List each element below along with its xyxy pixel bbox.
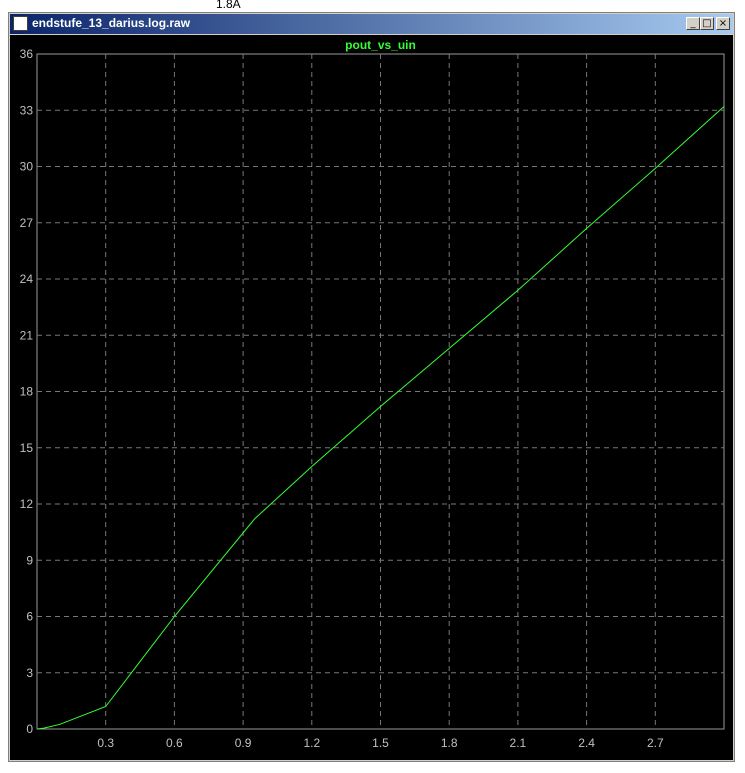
x-tick-label: 1.2 — [303, 736, 320, 750]
x-tick-label: 2.4 — [578, 736, 595, 750]
title-bar[interactable]: endstufe_13_darius.log.raw _ □ × — [10, 14, 733, 34]
waveform-icon — [13, 16, 28, 31]
x-tick-label: 2.7 — [647, 736, 664, 750]
x-tick-label: 0.3 — [97, 736, 114, 750]
x-tick-label: 0.6 — [166, 736, 183, 750]
pout-vs-uin-chart: 03691215182124273033360.3 0.6 0.9 1.2 1.5 1.8… — [20, 38, 725, 750]
y-tick-label: 3 — [26, 666, 33, 680]
minimize-button[interactable]: _ — [686, 17, 700, 30]
y-tick-label: 18 — [20, 385, 34, 399]
y-tick-label: 33 — [20, 103, 34, 117]
y-tick-label: 0 — [26, 722, 33, 736]
y-tick-label: 30 — [20, 160, 34, 174]
y-tick-label: 9 — [26, 553, 33, 567]
y-tick-label: 24 — [20, 272, 34, 286]
y-tick-label: 27 — [20, 216, 34, 230]
maximize-button[interactable]: □ — [700, 17, 714, 30]
y-tick-label: 36 — [20, 47, 34, 61]
x-tick-label: 2.1 — [510, 736, 527, 750]
background-label: 1.8A — [216, 0, 241, 11]
y-tick-label: 6 — [26, 610, 33, 624]
plot-area[interactable]: 0 3 6 9 12 15 18 21 24 27 30 33 36 0.3 0.6 0.9 1.2 1.5 1.8… — [10, 35, 733, 760]
plot-window: endstufe_13_darius.log.raw _ □ × 0 3 6 9 12 1… — [8, 12, 735, 762]
x-tick-label: 1.8 — [441, 736, 458, 750]
x-tick-label: 0.9 — [235, 736, 252, 750]
close-button[interactable]: × — [716, 17, 730, 30]
y-tick-label: 21 — [20, 328, 34, 342]
y-tick-label: 15 — [20, 441, 34, 455]
x-tick-label: 1.5 — [372, 736, 389, 750]
y-tick-label: 12 — [20, 497, 34, 511]
chart-title: pout_vs_uin — [345, 38, 416, 52]
window-title: endstufe_13_darius.log.raw — [32, 16, 191, 30]
